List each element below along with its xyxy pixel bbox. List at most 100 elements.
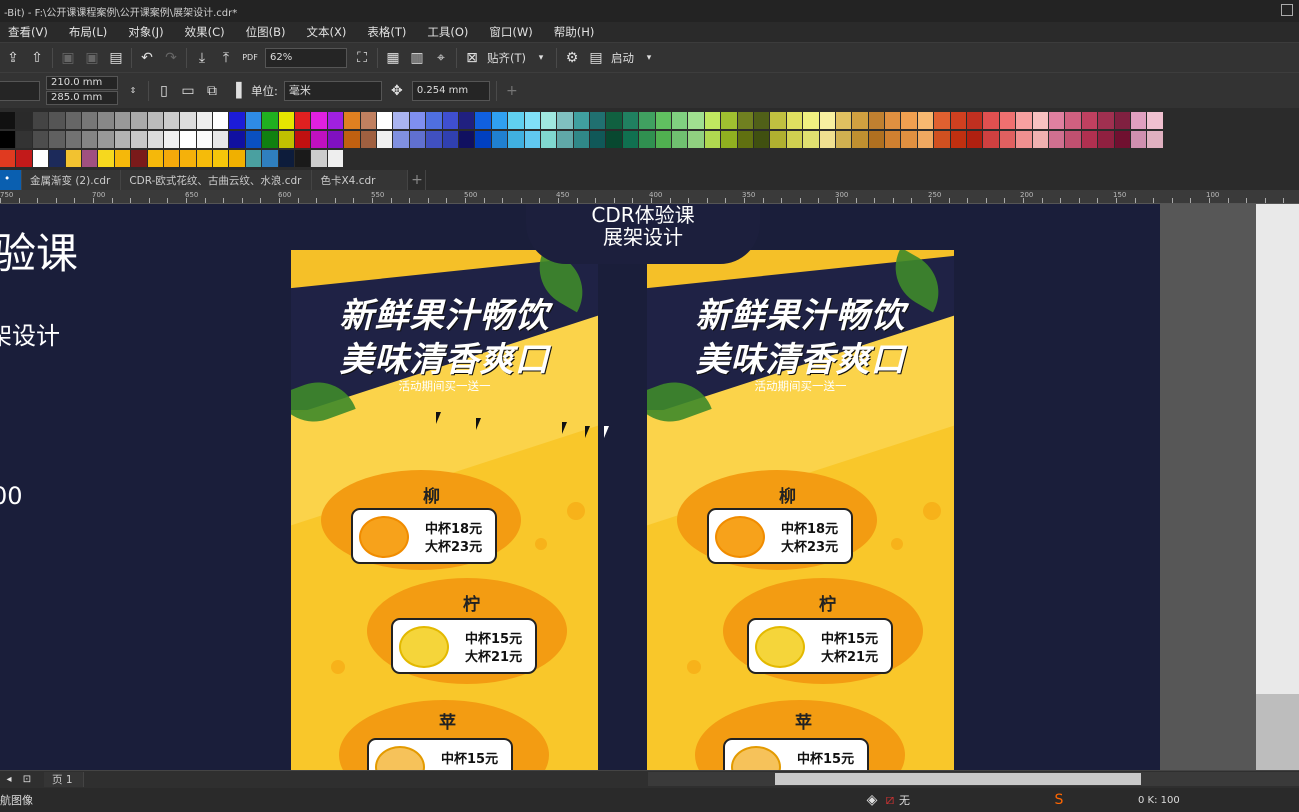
color-swatch[interactable] — [98, 150, 115, 167]
color-swatch[interactable] — [49, 150, 66, 167]
color-swatch[interactable] — [65, 150, 82, 167]
color-swatch[interactable] — [639, 131, 656, 148]
color-swatch[interactable] — [491, 131, 509, 148]
color-swatch[interactable] — [327, 150, 345, 167]
add-page-icon[interactable]: ⊡ — [18, 771, 36, 789]
export-file-icon[interactable]: ⤒ — [217, 49, 235, 67]
menu-help[interactable]: 帮助(H) — [546, 24, 608, 40]
color-swatch[interactable] — [786, 131, 804, 148]
color-swatch[interactable] — [491, 112, 509, 129]
color-swatch[interactable] — [901, 112, 918, 129]
chevron-down-icon[interactable]: ▾ — [532, 49, 550, 67]
copy-icon[interactable]: ▣ — [83, 49, 101, 67]
color-swatch[interactable] — [606, 131, 623, 148]
import-icon[interactable]: ⤓ — [193, 49, 211, 67]
show-grid-icon[interactable]: ▥ — [408, 49, 426, 67]
color-swatch[interactable] — [49, 112, 66, 129]
color-swatch[interactable] — [262, 150, 279, 167]
export-icon[interactable]: ⇧ — [28, 49, 46, 67]
color-swatch[interactable] — [999, 112, 1017, 129]
course-title-bubble[interactable]: CDR体验课 展架设计 — [526, 204, 760, 264]
color-swatch[interactable] — [409, 112, 427, 129]
snap-off-icon[interactable]: ⊠ — [463, 49, 481, 67]
color-swatch[interactable] — [213, 112, 230, 129]
color-swatch[interactable] — [508, 112, 525, 129]
color-swatch[interactable] — [1016, 112, 1033, 129]
menu-window[interactable]: 窗口(W) — [481, 24, 545, 40]
current-page-icon[interactable]: ▐ — [227, 82, 245, 100]
color-swatch[interactable] — [622, 112, 640, 129]
color-swatch[interactable] — [1065, 131, 1082, 148]
color-swatch[interactable] — [1130, 131, 1148, 148]
color-swatch[interactable] — [819, 131, 836, 148]
color-swatch[interactable] — [1147, 131, 1164, 148]
color-swatch[interactable] — [114, 131, 132, 148]
color-swatch[interactable] — [65, 131, 82, 148]
color-swatch[interactable] — [311, 112, 328, 129]
redo-icon[interactable]: ↷ — [162, 49, 180, 67]
color-swatch[interactable] — [376, 131, 394, 148]
color-swatch[interactable] — [81, 131, 99, 148]
horizontal-scroll-thumb[interactable] — [775, 773, 1141, 785]
color-swatch[interactable] — [229, 112, 246, 129]
fill-bucket-icon[interactable]: ◈ — [863, 791, 881, 809]
color-swatch[interactable] — [213, 150, 230, 167]
tab-page-1[interactable]: 页 1 — [44, 772, 84, 787]
color-swatch[interactable] — [1032, 112, 1049, 129]
color-swatch[interactable] — [163, 131, 181, 148]
tab-metal-gradient[interactable]: 金属渐变 (2).cdr — [22, 170, 122, 190]
color-swatch[interactable] — [950, 112, 968, 129]
color-swatch[interactable] — [393, 131, 410, 148]
undo-icon[interactable]: ↶ — [138, 49, 156, 67]
color-swatch[interactable] — [245, 112, 263, 129]
color-swatch[interactable] — [590, 112, 607, 129]
color-swatch[interactable] — [704, 112, 722, 129]
color-swatch[interactable] — [1049, 131, 1066, 148]
color-swatch[interactable] — [917, 131, 935, 148]
color-swatch[interactable] — [458, 131, 476, 148]
color-swatch[interactable] — [180, 150, 197, 167]
unit-select[interactable]: 毫米 — [283, 80, 382, 101]
tab-active-document[interactable]: • — [0, 170, 22, 190]
color-swatch[interactable] — [81, 112, 99, 129]
color-swatch[interactable] — [426, 131, 443, 148]
color-swatch[interactable] — [426, 112, 443, 129]
color-swatch[interactable] — [196, 131, 214, 148]
color-swatch[interactable] — [245, 131, 263, 148]
color-swatch[interactable] — [262, 112, 279, 129]
poster-right[interactable]: 新鲜果汁畅饮 美味清香爽口 活动期间买一送一 柳橙汁 中杯18元 大杯23元 柠… — [647, 250, 954, 770]
menu-text[interactable]: 文本(X) — [299, 24, 360, 40]
page-height-field[interactable]: 285.0 mm — [46, 91, 118, 105]
color-swatch[interactable] — [819, 112, 836, 129]
color-swatch[interactable] — [1081, 112, 1099, 129]
color-swatch[interactable] — [311, 150, 328, 167]
color-swatch[interactable] — [950, 131, 968, 148]
color-swatch[interactable] — [229, 150, 246, 167]
landscape-icon[interactable]: ▭ — [179, 82, 197, 100]
color-swatch[interactable] — [213, 131, 230, 148]
color-swatch[interactable] — [573, 112, 591, 129]
launch-icon[interactable]: ▤ — [587, 49, 605, 67]
color-swatch[interactable] — [1081, 131, 1099, 148]
color-swatch[interactable] — [803, 131, 820, 148]
color-swatch[interactable] — [81, 150, 99, 167]
menu-effects[interactable]: 效果(C) — [177, 24, 238, 40]
color-swatch[interactable] — [786, 112, 804, 129]
portrait-icon[interactable]: ▯ — [155, 82, 173, 100]
color-swatch[interactable] — [114, 150, 132, 167]
color-swatch[interactable] — [163, 112, 181, 129]
color-swatch[interactable] — [934, 112, 951, 129]
color-swatch[interactable] — [16, 150, 33, 167]
drawing-canvas[interactable]: 验课 架设计 00 新鲜果汁畅饮 美味清香爽口 活动期间买一送一 柳橙汁 中杯1… — [0, 204, 1299, 770]
color-swatch[interactable] — [65, 112, 82, 129]
color-swatch[interactable] — [852, 112, 869, 129]
color-swatch[interactable] — [327, 112, 345, 129]
show-guides-icon[interactable]: ⌖ — [432, 49, 450, 67]
color-swatch[interactable] — [278, 112, 296, 129]
color-swatch[interactable] — [967, 112, 984, 129]
zoom-level-field[interactable]: 62% — [265, 47, 347, 68]
color-swatch[interactable] — [655, 131, 673, 148]
tab-european-patterns[interactable]: CDR-欧式花纹、古曲云纹、水浪.cdr — [121, 170, 313, 190]
color-swatch[interactable] — [295, 112, 312, 129]
color-swatch[interactable] — [32, 112, 50, 129]
